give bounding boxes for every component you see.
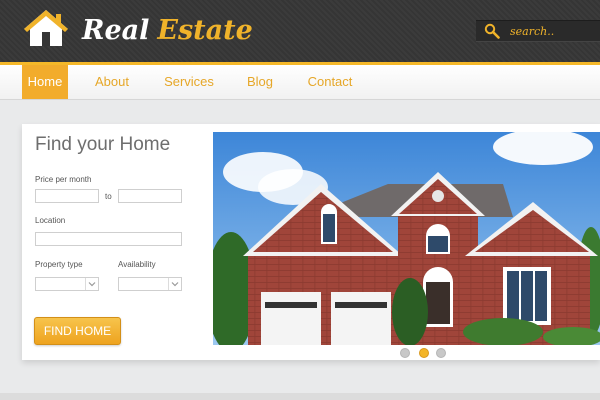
nav-home[interactable]: Home [22, 65, 68, 99]
nav-about[interactable]: About [88, 65, 136, 99]
slider-dot-2[interactable] [419, 348, 429, 358]
site-logo-text[interactable]: Real Estate [82, 14, 253, 48]
logo-word-real: Real [82, 15, 150, 46]
search-panel: Find your Home Price per month to Locati… [22, 124, 600, 360]
search-icon[interactable] [484, 23, 500, 39]
property-type-label: Property type [35, 260, 83, 269]
location-label: Location [35, 216, 66, 225]
nav-blog[interactable]: Blog [242, 65, 278, 99]
footer-strip [0, 393, 600, 400]
search-box [476, 20, 600, 42]
price-min-input[interactable] [35, 189, 99, 203]
logo-word-estate: Estate [157, 15, 253, 46]
house-logo-icon[interactable] [22, 8, 70, 48]
chevron-down-icon [85, 278, 96, 290]
property-type-select[interactable] [35, 277, 99, 291]
price-label: Price per month [35, 175, 92, 184]
price-max-input[interactable] [118, 189, 182, 203]
site-header: Real Estate [0, 0, 600, 62]
nav-services[interactable]: Services [160, 65, 218, 99]
house-photo [213, 132, 600, 345]
nav-contact[interactable]: Contact [302, 65, 358, 99]
availability-select[interactable] [118, 277, 182, 291]
main-nav: Home About Services Blog Contact [0, 65, 600, 100]
chevron-down-icon [168, 278, 179, 290]
slider-dot-3[interactable] [436, 348, 446, 358]
location-input[interactable] [35, 232, 182, 246]
slider-dot-1[interactable] [400, 348, 410, 358]
search-input[interactable] [510, 22, 596, 40]
form-title: Find your Home [35, 134, 171, 155]
availability-label: Availability [118, 260, 156, 269]
price-to-label: to [105, 192, 112, 201]
find-home-button[interactable]: FIND HOME [34, 317, 121, 345]
